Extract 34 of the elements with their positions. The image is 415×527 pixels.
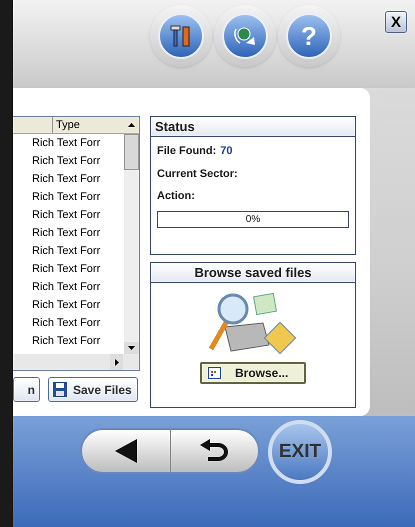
scroll-right-icon[interactable] [114,358,118,366]
undo-arrow-icon [200,439,228,463]
sector-label: Current Sector: [157,166,239,182]
table-cell-text: Rich Text Forr [32,280,100,295]
table-cell-text: Rich Text Forr [32,154,100,169]
close-button[interactable]: X [385,11,407,33]
table-cell-text: Rich Text Forr [32,316,100,331]
table-cell-text: Rich Text Forr [32,136,100,151]
table-cell-text: Rich Text Forr [32,298,100,313]
panel-title: Browse saved files [151,263,355,283]
horizontal-scrollbar[interactable] [13,354,139,370]
save-files-button[interactable]: Save Files [48,377,138,402]
table-cell-text: Rich Text Forr [32,172,100,187]
table-cell-text: Rich Text Forr [32,262,100,277]
table-cell-text: Rich Text Forr [32,226,100,241]
table-cell-text: Rich Text Forr [32,244,100,259]
table-cell-text: Rich Text Forr [32,334,100,349]
exit-button[interactable]: EXIT [268,420,332,484]
window-grid-icon [208,367,221,379]
file-found-label: File Found: [157,144,216,159]
vertical-scrollbar[interactable] [124,134,139,354]
file-found-value: 70 [220,144,233,159]
action-button[interactable]: n [13,377,40,402]
table-cell-text: Rich Text Forr [32,190,100,205]
browse-button[interactable]: Browse... [200,362,306,384]
back-arrow-icon [114,439,137,463]
network-globe-icon[interactable] [222,13,268,59]
progress-reading: 0% [244,212,262,226]
table-cell-text: Rich Text Forr [32,208,100,223]
action-label: Action: [157,189,196,204]
scrollbar-thumb[interactable] [124,134,139,170]
panel-title: Status [151,117,355,137]
scroll-down-icon[interactable] [128,346,135,350]
tools-icon[interactable] [158,13,204,59]
